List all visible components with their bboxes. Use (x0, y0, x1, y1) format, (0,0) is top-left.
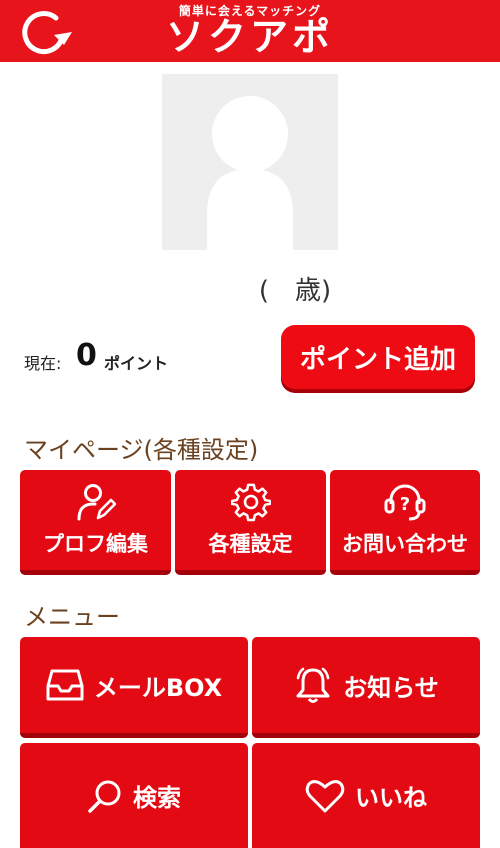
search-label: 検索 (133, 784, 181, 812)
likes-button[interactable]: いいね (252, 743, 480, 848)
avatar[interactable] (162, 74, 338, 250)
mailbox-label: メールBOX (93, 673, 223, 702)
bell-icon (296, 667, 330, 703)
heart-icon (305, 779, 345, 812)
profile-edit-icon (77, 484, 116, 521)
settings-label: 各種設定 (208, 532, 293, 556)
points-label: 現在: (24, 354, 62, 373)
svg-text:?: ? (400, 494, 410, 515)
search-icon (88, 780, 121, 813)
likes-label: いいね (355, 784, 427, 812)
logo[interactable]: ソクアポ (0, 14, 500, 60)
news-label: お知らせ (343, 673, 439, 702)
support-headset-icon: ? (384, 484, 426, 521)
mypage-section-title: マイページ(各種設定) (24, 436, 259, 464)
inbox-icon (46, 669, 84, 701)
contact-label: お問い合わせ (342, 532, 468, 556)
app-header: 簡単に会えるマッチング ソクアポ (0, 0, 500, 62)
points-value: 0 (76, 338, 97, 373)
search-button[interactable]: 検索 (20, 743, 248, 848)
points-unit: ポイント (104, 354, 169, 373)
gear-icon (230, 483, 271, 522)
contact-button[interactable]: ? お問い合わせ (330, 470, 480, 575)
add-points-button[interactable]: ポイント追加 (281, 325, 475, 389)
profile-age: ( 歳) (258, 276, 332, 306)
user-placeholder-icon (207, 96, 293, 250)
profile-edit-button[interactable]: プロフ編集 (20, 470, 171, 575)
mailbox-button[interactable]: メールBOX (20, 637, 248, 738)
settings-button[interactable]: 各種設定 (175, 470, 326, 575)
menu-section-title: メニュー (24, 603, 120, 631)
profile-edit-label: プロフ編集 (43, 532, 148, 556)
news-button[interactable]: お知らせ (252, 637, 480, 738)
